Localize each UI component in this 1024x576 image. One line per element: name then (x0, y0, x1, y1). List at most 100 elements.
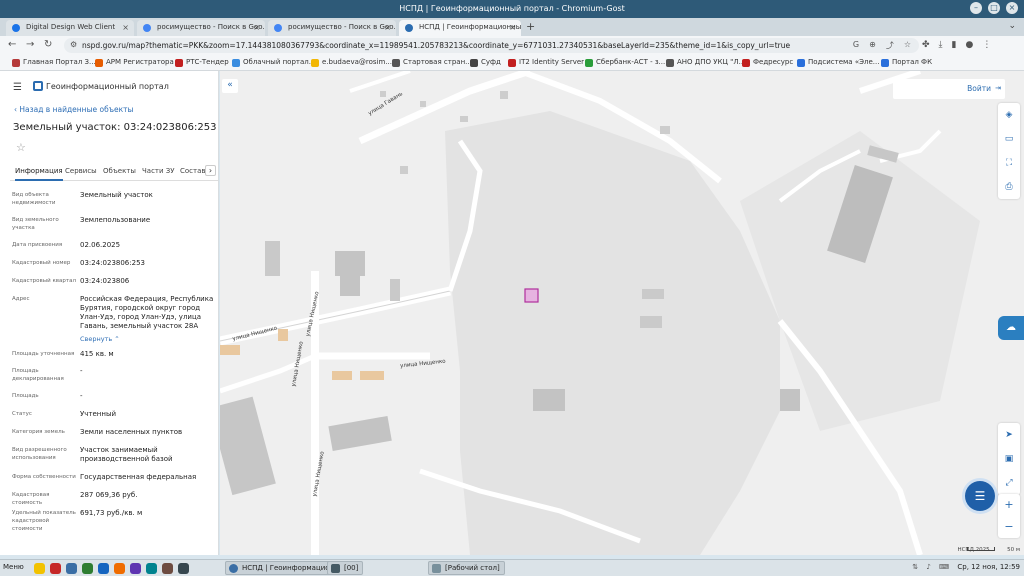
tab-composition[interactable]: Состав Е (180, 167, 206, 179)
address-bar[interactable]: ⚙ nspd.gov.ru/map?thematic=PKK&zoom=17.1… (64, 38, 919, 53)
google-icon (143, 24, 151, 32)
task-desktop[interactable]: [Рабочий стол] (428, 561, 505, 575)
bookmark-icon (232, 59, 240, 67)
tab-objects[interactable]: Объекты (103, 167, 136, 179)
bookmark-item[interactable]: Главная Портал З... (12, 58, 96, 67)
map-canvas[interactable]: улица Гавань улица Нищенко улица Нищенко… (220, 71, 1024, 555)
tab-parts[interactable]: Части ЗУ (142, 167, 175, 179)
app-icon[interactable] (130, 563, 141, 574)
close-tab-icon[interactable]: × (384, 23, 391, 32)
tab-label: росимущество - Поиск в Goo... (288, 23, 396, 31)
chevron-right-icon[interactable]: › (205, 165, 216, 176)
layers-icon[interactable]: ◈ (998, 103, 1020, 127)
bookmark-item[interactable]: Стартовая стран... (392, 58, 472, 67)
menu-icon[interactable]: ⋮ (982, 40, 991, 50)
word-icon[interactable] (98, 563, 109, 574)
zoom-in-button[interactable]: + (998, 494, 1020, 516)
yandex-icon[interactable] (50, 563, 61, 574)
bookmark-star-icon[interactable]: ☆ (904, 40, 911, 51)
building (400, 166, 408, 174)
fullscreen-icon[interactable]: ⤢ (998, 471, 1020, 495)
translate-icon[interactable]: ⊕ (869, 40, 876, 51)
basemap-icon[interactable]: ▣ (998, 447, 1020, 471)
share-icon[interactable]: ⤴ (886, 40, 894, 51)
reload-icon[interactable]: ↻ (44, 39, 52, 50)
measure-icon[interactable]: ▭ (998, 127, 1020, 151)
bookmark-item[interactable]: e.budaeva@rosim... (311, 58, 392, 67)
close-tab-icon[interactable]: × (122, 23, 129, 32)
zoom-out-button[interactable]: − (998, 516, 1020, 538)
task-terminal[interactable]: [00] (327, 561, 364, 575)
bookmark-item[interactable]: АНО ДПО УКЦ "Л... (666, 58, 745, 67)
sidepanel-icon[interactable]: ▮ (952, 40, 957, 50)
selected-parcel[interactable] (524, 288, 539, 303)
google-lens-icon[interactable]: G (853, 40, 859, 51)
url-text[interactable]: nspd.gov.ru/map?thematic=PKK&zoom=17.144… (82, 41, 790, 50)
bookmark-item[interactable]: IT2 Identity Server (508, 58, 584, 67)
tab-services[interactable]: Сервисы (65, 167, 97, 179)
os-taskbar: Меню НСПД | Геоинформацио... [00] [Рабоч… (0, 559, 1024, 576)
tab-nspd[interactable]: НСПД | Геоинформационный п... × (399, 20, 521, 36)
site-info-icon[interactable]: ⚙ (70, 40, 77, 49)
bookmark-item[interactable]: РТС-Тендер (175, 58, 229, 67)
extensions-icon[interactable]: ✤ (922, 40, 930, 50)
zoom-controls: + − (998, 494, 1020, 538)
new-tab-button[interactable]: + (526, 20, 535, 33)
favorite-star-icon[interactable]: ☆ (16, 141, 26, 154)
maximize-button[interactable]: □ (988, 2, 1000, 14)
select-area-icon[interactable]: ⛶ (998, 151, 1020, 175)
task-nspd[interactable]: НСПД | Геоинформацио... (225, 561, 342, 575)
bookmark-item[interactable]: Суфд (470, 58, 501, 67)
network-icon[interactable]: ⇅ (912, 563, 918, 571)
parcel-marker (332, 371, 352, 380)
close-tab-icon[interactable]: × (509, 23, 516, 32)
collapse-sidebar-button[interactable]: « (222, 79, 238, 93)
back-to-results-link[interactable]: ‹ Назад в найденные объекты (14, 105, 133, 114)
app-icon[interactable] (162, 563, 173, 574)
bookmark-icon (508, 59, 516, 67)
clock[interactable]: Ср, 12 ноя, 12:59 (957, 563, 1020, 571)
close-button[interactable]: × (1006, 2, 1018, 14)
building (265, 241, 280, 276)
chat-support-button[interactable]: ☁ (998, 316, 1024, 340)
desktop-icon (432, 564, 441, 573)
bookmark-icon (585, 59, 593, 67)
geolocation-icon[interactable]: ➤ (998, 423, 1020, 447)
login-button[interactable]: Войти ⇥ (893, 79, 1005, 99)
start-menu-button[interactable]: Меню (3, 563, 24, 571)
volume-icon[interactable]: ♪ (926, 563, 930, 571)
forward-icon[interactable]: → (26, 39, 34, 50)
portal-brand: Геоинформационный портал (46, 82, 169, 91)
profile-icon[interactable]: ● (965, 40, 973, 50)
tab-digital-design[interactable]: Digital Design Web Client × (6, 20, 134, 36)
bookmark-item[interactable]: Сбербанк-АСТ - з... (585, 58, 665, 67)
files-icon[interactable] (34, 563, 45, 574)
app-icon[interactable] (178, 563, 189, 574)
language-icon[interactable]: ⌨ (939, 563, 949, 571)
assistant-chat-button[interactable]: ☰ (965, 481, 995, 511)
bookmark-item[interactable]: Федресурс (742, 58, 793, 67)
tab-info[interactable]: Информация (15, 167, 63, 181)
minimize-button[interactable]: – (970, 2, 982, 14)
browser-icon[interactable] (66, 563, 77, 574)
app-icon[interactable] (146, 563, 157, 574)
bookmark-icon (12, 59, 20, 67)
bookmark-item[interactable]: Облачный портал... (232, 58, 315, 67)
chat-icon[interactable] (82, 563, 93, 574)
tab-rosim-search-1[interactable]: росимущество - Поиск в Goo... × (137, 20, 265, 36)
tab-rosim-search-2[interactable]: росимущество - Поиск в Goo... × (268, 20, 396, 36)
bookmark-item[interactable]: Подсистема «Эле... (797, 58, 879, 67)
close-tab-icon[interactable]: × (253, 23, 260, 32)
browser-toolbar: ← → ↻ ⚙ nspd.gov.ru/map?thematic=PKK&zoo… (0, 36, 1024, 55)
collapse-address-link[interactable]: Свернуть ⌃ (80, 335, 120, 343)
tab-search-icon[interactable]: ⌄ (1008, 21, 1016, 31)
bookmark-item[interactable]: АРМ Регистратора (95, 58, 174, 67)
print-icon[interactable]: ⎙ (998, 175, 1020, 199)
app-icon[interactable] (114, 563, 125, 574)
back-icon[interactable]: ← (8, 39, 16, 50)
map-graphic[interactable] (220, 71, 1024, 555)
download-icon[interactable]: ⤓ (939, 40, 943, 50)
bookmark-item[interactable]: Портал ФК (881, 58, 932, 67)
menu-burger-icon[interactable]: ☰ (13, 82, 22, 93)
bookmarks-bar: Главная Портал З... АРМ Регистратора РТС… (0, 55, 1024, 71)
